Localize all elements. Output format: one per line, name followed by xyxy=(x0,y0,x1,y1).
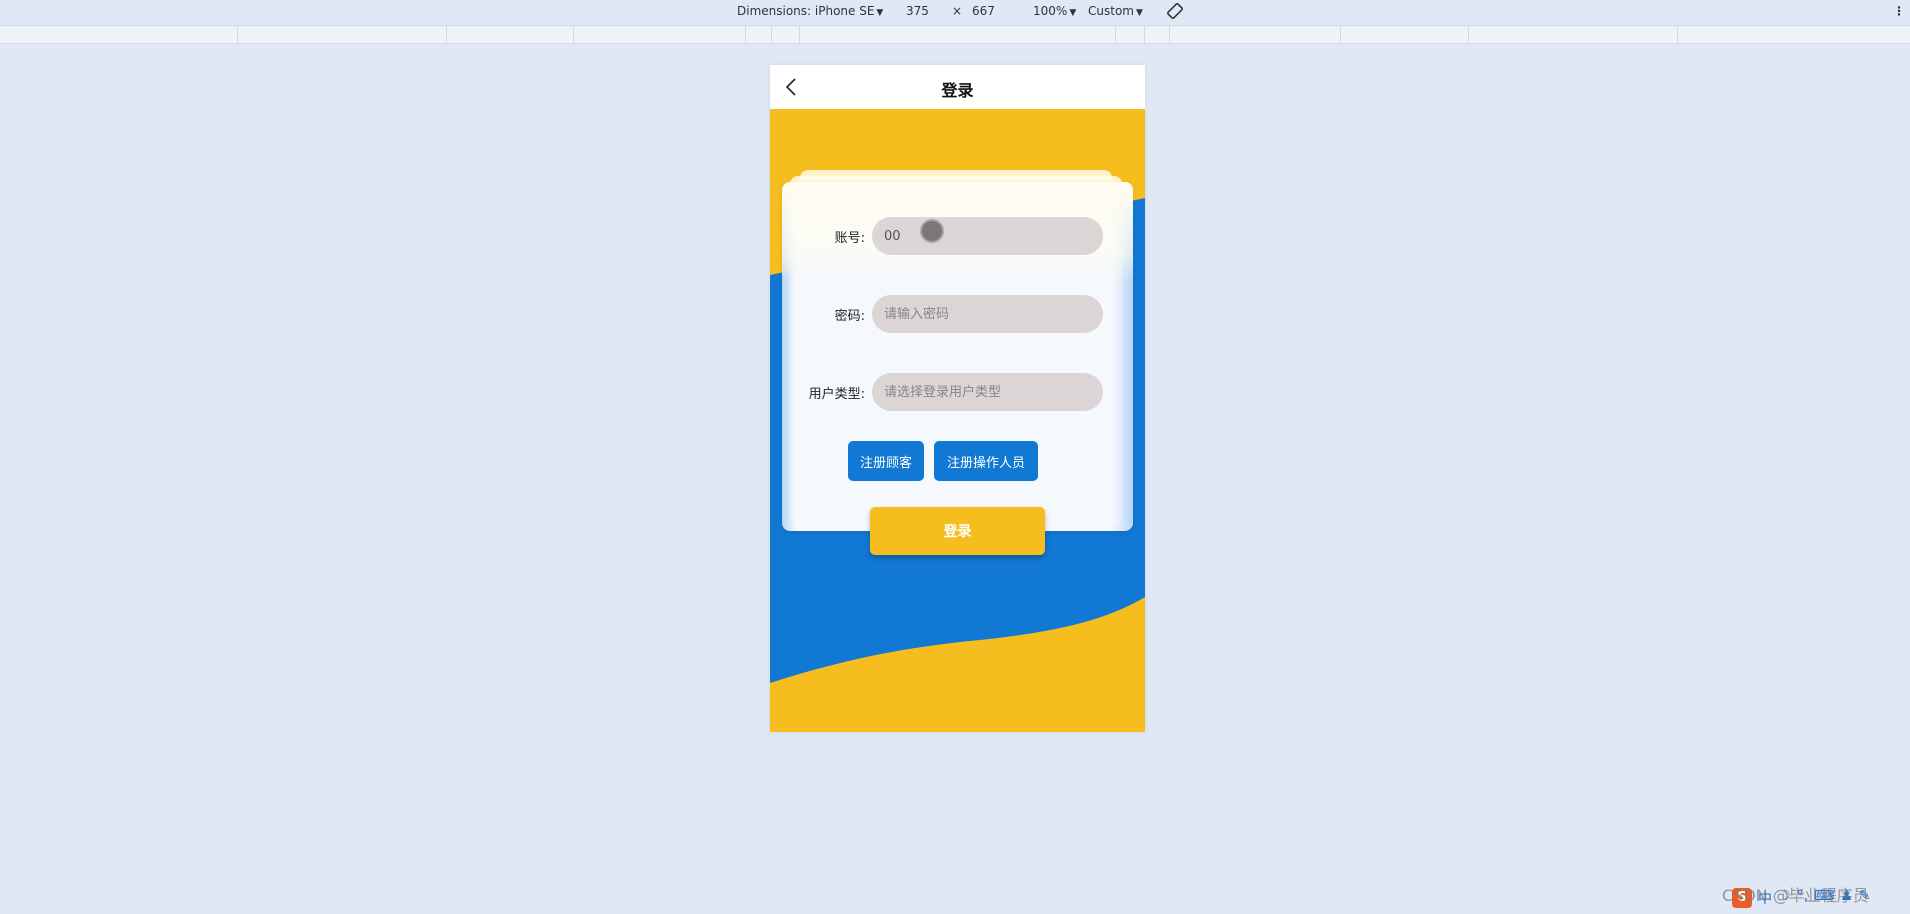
nav-bar: 登录 xyxy=(770,65,1145,109)
user-type-select[interactable] xyxy=(872,373,1103,411)
more-options-icon[interactable]: ⋮ xyxy=(1893,4,1905,18)
device-label: Dimensions: iPhone SE xyxy=(737,4,875,18)
phone-viewport: 登录 账号: 密码: 用户类型: 注册顾客 注册操作人员 登录 xyxy=(770,65,1145,732)
ruler-tick[interactable] xyxy=(446,26,447,44)
ruler-tick[interactable] xyxy=(771,26,772,44)
ruler-tick[interactable] xyxy=(237,26,238,44)
width-input[interactable]: 375 xyxy=(906,4,929,18)
page-title: 登录 xyxy=(941,81,974,100)
ruler-tick[interactable] xyxy=(573,26,574,44)
ruler-tick[interactable] xyxy=(1677,26,1678,44)
password-input[interactable] xyxy=(872,295,1103,333)
user-type-field: 用户类型: xyxy=(770,373,1145,411)
zoom-label: 100% xyxy=(1033,4,1068,18)
throttle-label: Custom xyxy=(1088,4,1134,18)
zoom-select[interactable]: 100% ▼ xyxy=(1033,4,1076,18)
account-label: 账号: xyxy=(834,231,865,246)
account-field: 账号: xyxy=(770,217,1145,255)
caret-down-icon: ▼ xyxy=(876,8,884,18)
password-label: 密码: xyxy=(834,309,865,324)
register-customer-button[interactable]: 注册顾客 xyxy=(848,441,924,481)
throttle-select[interactable]: Custom ▼ xyxy=(1088,4,1143,18)
ruler-tick[interactable] xyxy=(1340,26,1341,44)
device-toolbar: Dimensions: iPhone SE ▼ 375 × 667 100% ▼ C… xyxy=(0,0,1910,25)
watermark: CSDN @毕业程序员 xyxy=(1722,886,1869,905)
register-operator-button[interactable]: 注册操作人员 xyxy=(934,441,1038,481)
ruler-tick[interactable] xyxy=(1115,26,1116,44)
device-select[interactable]: Dimensions: iPhone SE ▼ xyxy=(737,4,883,18)
touch-cursor xyxy=(920,219,944,243)
caret-down-icon: ▼ xyxy=(1135,8,1143,18)
account-input[interactable] xyxy=(872,217,1103,255)
ruler-tick[interactable] xyxy=(745,26,746,44)
rotate-icon[interactable] xyxy=(1166,2,1184,23)
login-button[interactable]: 登录 xyxy=(870,507,1045,555)
height-input[interactable]: 667 xyxy=(972,4,995,18)
caret-down-icon: ▼ xyxy=(1069,8,1077,18)
user-type-label: 用户类型: xyxy=(808,387,865,402)
ruler-tick[interactable] xyxy=(1144,26,1145,44)
ruler-tick[interactable] xyxy=(799,26,800,44)
media-query-ruler xyxy=(0,25,1910,44)
ruler-tick[interactable] xyxy=(1169,26,1170,44)
password-field: 密码: xyxy=(770,295,1145,333)
ruler-tick[interactable] xyxy=(1468,26,1469,44)
times-sign: × xyxy=(952,4,963,18)
